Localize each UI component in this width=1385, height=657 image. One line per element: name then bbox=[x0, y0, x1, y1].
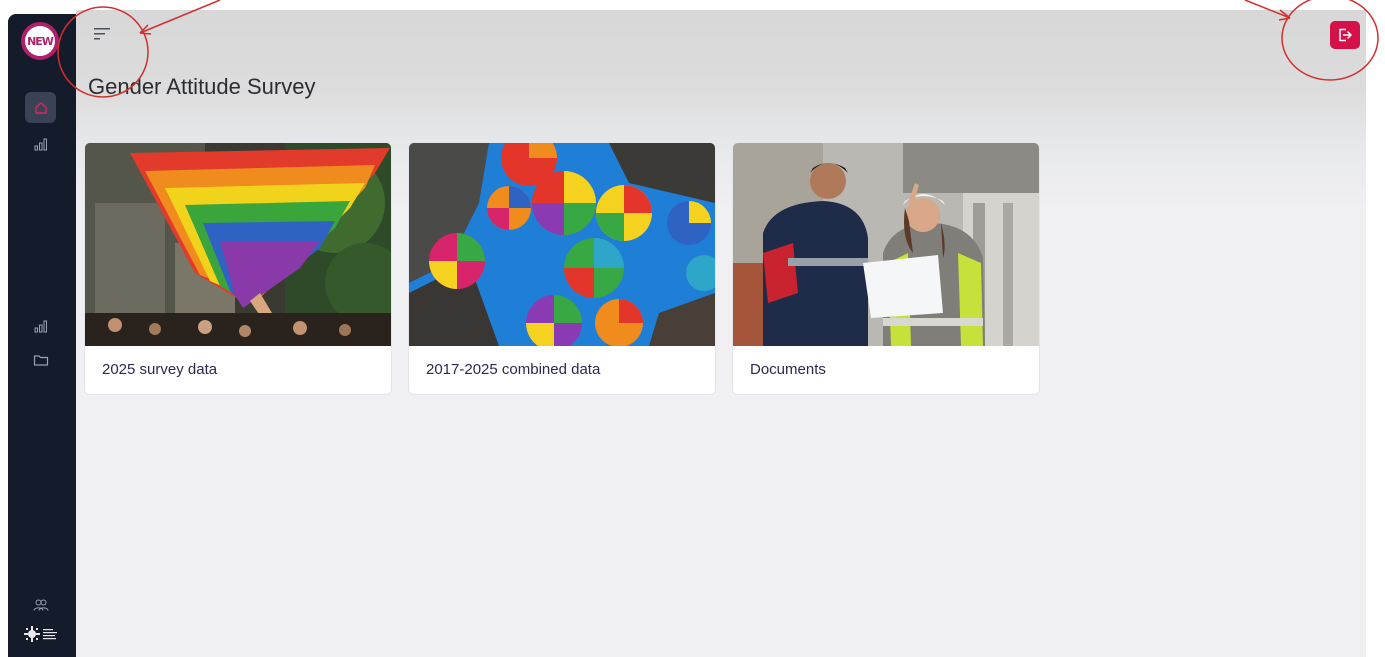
construction-workers-photo bbox=[733, 143, 1039, 346]
card-label: Documents bbox=[750, 361, 826, 378]
folder-icon bbox=[33, 355, 49, 366]
app-window: NEW Gender Attitude Survey 2025 survey d… bbox=[0, 0, 1385, 657]
partner-logo-icon bbox=[24, 626, 57, 642]
card-documents[interactable]: Documents bbox=[733, 143, 1039, 394]
sidebar-item-home[interactable] bbox=[25, 92, 56, 123]
sidebar-item-analytics[interactable] bbox=[28, 133, 54, 155]
sidebar-item-documents[interactable] bbox=[28, 349, 54, 371]
rainbow-flag-photo bbox=[85, 143, 391, 346]
users-icon bbox=[33, 599, 49, 611]
logout-icon bbox=[1339, 28, 1352, 42]
logout-button[interactable] bbox=[1330, 21, 1360, 49]
card-2017-2025-combined[interactable]: 2017-2025 combined data bbox=[409, 143, 715, 394]
sidebar-item-users[interactable] bbox=[28, 594, 54, 616]
logo-text: NEW bbox=[25, 26, 55, 56]
app-logo[interactable]: NEW bbox=[21, 22, 59, 60]
home-icon bbox=[34, 101, 47, 114]
page-title: Gender Attitude Survey bbox=[88, 74, 316, 99]
partner-logo bbox=[24, 623, 60, 645]
card-label: 2025 survey data bbox=[102, 361, 218, 378]
bar-chart-icon bbox=[34, 138, 47, 151]
rainbow-umbrellas-photo bbox=[409, 143, 715, 346]
card-label: 2017-2025 combined data bbox=[426, 361, 601, 378]
menu-icon bbox=[94, 28, 110, 40]
card-2025-survey[interactable]: 2025 survey data bbox=[85, 143, 391, 394]
menu-toggle-button[interactable] bbox=[92, 24, 114, 44]
bar-chart-icon bbox=[34, 320, 47, 333]
sidebar-item-reports[interactable] bbox=[28, 315, 54, 337]
